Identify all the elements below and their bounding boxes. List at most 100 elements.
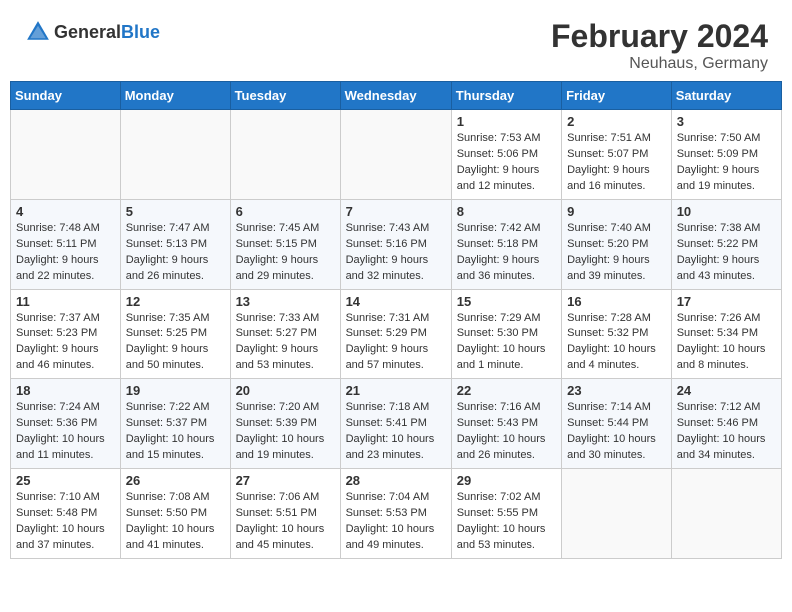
calendar-cell: 28 Sunrise: 7:04 AM Sunset: 5:53 PM Dayli… (340, 469, 451, 559)
day-number: 27 (236, 473, 335, 488)
logo-text-general: General (54, 22, 121, 42)
day-info: Sunrise: 7:24 AM Sunset: 5:36 PM Dayligh… (16, 400, 115, 464)
logo: GeneralBlue (24, 18, 160, 46)
day-number: 21 (346, 383, 446, 398)
day-number: 29 (457, 473, 556, 488)
day-info: Sunrise: 7:53 AM Sunset: 5:06 PM Dayligh… (457, 131, 556, 195)
calendar-cell: 20 Sunrise: 7:20 AM Sunset: 5:39 PM Dayli… (230, 379, 340, 469)
day-number: 23 (567, 383, 666, 398)
day-info: Sunrise: 7:16 AM Sunset: 5:43 PM Dayligh… (457, 400, 556, 464)
calendar-container: SundayMondayTuesdayWednesdayThursdayFrid… (0, 81, 792, 569)
calendar-week-4: 18 Sunrise: 7:24 AM Sunset: 5:36 PM Dayli… (11, 379, 782, 469)
weekday-header-monday: Monday (120, 82, 230, 110)
calendar-cell: 11 Sunrise: 7:37 AM Sunset: 5:23 PM Dayli… (11, 289, 121, 379)
day-info: Sunrise: 7:22 AM Sunset: 5:37 PM Dayligh… (126, 400, 225, 464)
day-number: 11 (16, 294, 115, 309)
day-number: 22 (457, 383, 556, 398)
weekday-header-sunday: Sunday (11, 82, 121, 110)
weekday-header-saturday: Saturday (671, 82, 781, 110)
day-number: 4 (16, 204, 115, 219)
day-number: 15 (457, 294, 556, 309)
day-info: Sunrise: 7:29 AM Sunset: 5:30 PM Dayligh… (457, 311, 556, 375)
day-info: Sunrise: 7:31 AM Sunset: 5:29 PM Dayligh… (346, 311, 446, 375)
calendar-cell: 9 Sunrise: 7:40 AM Sunset: 5:20 PM Daylig… (562, 199, 672, 289)
day-number: 5 (126, 204, 225, 219)
calendar-header: SundayMondayTuesdayWednesdayThursdayFrid… (11, 82, 782, 110)
calendar-cell: 24 Sunrise: 7:12 AM Sunset: 5:46 PM Dayli… (671, 379, 781, 469)
calendar-cell (340, 110, 451, 200)
day-number: 26 (126, 473, 225, 488)
calendar-cell (562, 469, 672, 559)
calendar-cell: 3Sunrise: 7:50 AM Sunset: 5:09 PM Daylig… (671, 110, 781, 200)
calendar-cell: 23Sunrise: 7:14 AM Sunset: 5:44 PM Dayli… (562, 379, 672, 469)
page-header: GeneralBlue February 2024 Neuhaus, Germa… (0, 0, 792, 81)
day-info: Sunrise: 7:51 AM Sunset: 5:07 PM Dayligh… (567, 131, 666, 195)
day-info: Sunrise: 7:04 AM Sunset: 5:53 PM Dayligh… (346, 490, 446, 554)
day-info: Sunrise: 7:26 AM Sunset: 5:34 PM Dayligh… (677, 311, 776, 375)
day-number: 6 (236, 204, 335, 219)
day-info: Sunrise: 7:35 AM Sunset: 5:25 PM Dayligh… (126, 311, 225, 375)
calendar-cell: 27Sunrise: 7:06 AM Sunset: 5:51 PM Dayli… (230, 469, 340, 559)
day-info: Sunrise: 7:50 AM Sunset: 5:09 PM Dayligh… (677, 131, 776, 195)
calendar-cell: 5 Sunrise: 7:47 AM Sunset: 5:13 PM Daylig… (120, 199, 230, 289)
day-number: 25 (16, 473, 115, 488)
calendar-week-2: 4Sunrise: 7:48 AM Sunset: 5:11 PM Daylig… (11, 199, 782, 289)
calendar-cell: 25Sunrise: 7:10 AM Sunset: 5:48 PM Dayli… (11, 469, 121, 559)
day-info: Sunrise: 7:43 AM Sunset: 5:16 PM Dayligh… (346, 221, 446, 285)
calendar-week-1: 1 Sunrise: 7:53 AM Sunset: 5:06 PM Daylig… (11, 110, 782, 200)
day-number: 12 (126, 294, 225, 309)
day-info: Sunrise: 7:12 AM Sunset: 5:46 PM Dayligh… (677, 400, 776, 464)
day-number: 13 (236, 294, 335, 309)
day-info: Sunrise: 7:20 AM Sunset: 5:39 PM Dayligh… (236, 400, 335, 464)
day-number: 17 (677, 294, 776, 309)
calendar-cell: 2Sunrise: 7:51 AM Sunset: 5:07 PM Daylig… (562, 110, 672, 200)
calendar-week-5: 25Sunrise: 7:10 AM Sunset: 5:48 PM Dayli… (11, 469, 782, 559)
title-block: February 2024 Neuhaus, Germany (551, 18, 768, 73)
calendar-cell: 26Sunrise: 7:08 AM Sunset: 5:50 PM Dayli… (120, 469, 230, 559)
day-info: Sunrise: 7:02 AM Sunset: 5:55 PM Dayligh… (457, 490, 556, 554)
calendar-cell (120, 110, 230, 200)
weekday-header-thursday: Thursday (451, 82, 561, 110)
calendar-cell: 10 Sunrise: 7:38 AM Sunset: 5:22 PM Dayli… (671, 199, 781, 289)
calendar-cell (230, 110, 340, 200)
day-info: Sunrise: 7:37 AM Sunset: 5:23 PM Dayligh… (16, 311, 115, 375)
day-info: Sunrise: 7:38 AM Sunset: 5:22 PM Dayligh… (677, 221, 776, 285)
day-number: 16 (567, 294, 666, 309)
day-number: 9 (567, 204, 666, 219)
day-number: 20 (236, 383, 335, 398)
day-number: 19 (126, 383, 225, 398)
main-title: February 2024 (551, 18, 768, 55)
day-number: 7 (346, 204, 446, 219)
day-info: Sunrise: 7:28 AM Sunset: 5:32 PM Dayligh… (567, 311, 666, 375)
day-number: 14 (346, 294, 446, 309)
calendar-cell (11, 110, 121, 200)
day-number: 1 (457, 114, 556, 129)
calendar-cell: 21 Sunrise: 7:18 AM Sunset: 5:41 PM Dayli… (340, 379, 451, 469)
calendar-cell: 13 Sunrise: 7:33 AM Sunset: 5:27 PM Dayli… (230, 289, 340, 379)
calendar-cell: 4Sunrise: 7:48 AM Sunset: 5:11 PM Daylig… (11, 199, 121, 289)
weekday-header-friday: Friday (562, 82, 672, 110)
calendar-cell (671, 469, 781, 559)
calendar-body: 1 Sunrise: 7:53 AM Sunset: 5:06 PM Daylig… (11, 110, 782, 559)
logo-icon (24, 18, 52, 46)
day-number: 24 (677, 383, 776, 398)
day-number: 28 (346, 473, 446, 488)
calendar-cell: 17 Sunrise: 7:26 AM Sunset: 5:34 PM Dayli… (671, 289, 781, 379)
calendar-cell: 8Sunrise: 7:42 AM Sunset: 5:18 PM Daylig… (451, 199, 561, 289)
calendar-cell: 7 Sunrise: 7:43 AM Sunset: 5:16 PM Daylig… (340, 199, 451, 289)
day-info: Sunrise: 7:40 AM Sunset: 5:20 PM Dayligh… (567, 221, 666, 285)
weekday-header-wednesday: Wednesday (340, 82, 451, 110)
calendar-week-3: 11 Sunrise: 7:37 AM Sunset: 5:23 PM Dayli… (11, 289, 782, 379)
sub-title: Neuhaus, Germany (551, 55, 768, 73)
day-info: Sunrise: 7:47 AM Sunset: 5:13 PM Dayligh… (126, 221, 225, 285)
logo-text-blue: Blue (121, 22, 160, 42)
day-number: 18 (16, 383, 115, 398)
calendar-cell: 14 Sunrise: 7:31 AM Sunset: 5:29 PM Dayli… (340, 289, 451, 379)
day-info: Sunrise: 7:42 AM Sunset: 5:18 PM Dayligh… (457, 221, 556, 285)
day-info: Sunrise: 7:18 AM Sunset: 5:41 PM Dayligh… (346, 400, 446, 464)
calendar-cell: 22 Sunrise: 7:16 AM Sunset: 5:43 PM Dayli… (451, 379, 561, 469)
day-info: Sunrise: 7:33 AM Sunset: 5:27 PM Dayligh… (236, 311, 335, 375)
day-info: Sunrise: 7:45 AM Sunset: 5:15 PM Dayligh… (236, 221, 335, 285)
day-number: 10 (677, 204, 776, 219)
calendar-cell: 19 Sunrise: 7:22 AM Sunset: 5:37 PM Dayli… (120, 379, 230, 469)
